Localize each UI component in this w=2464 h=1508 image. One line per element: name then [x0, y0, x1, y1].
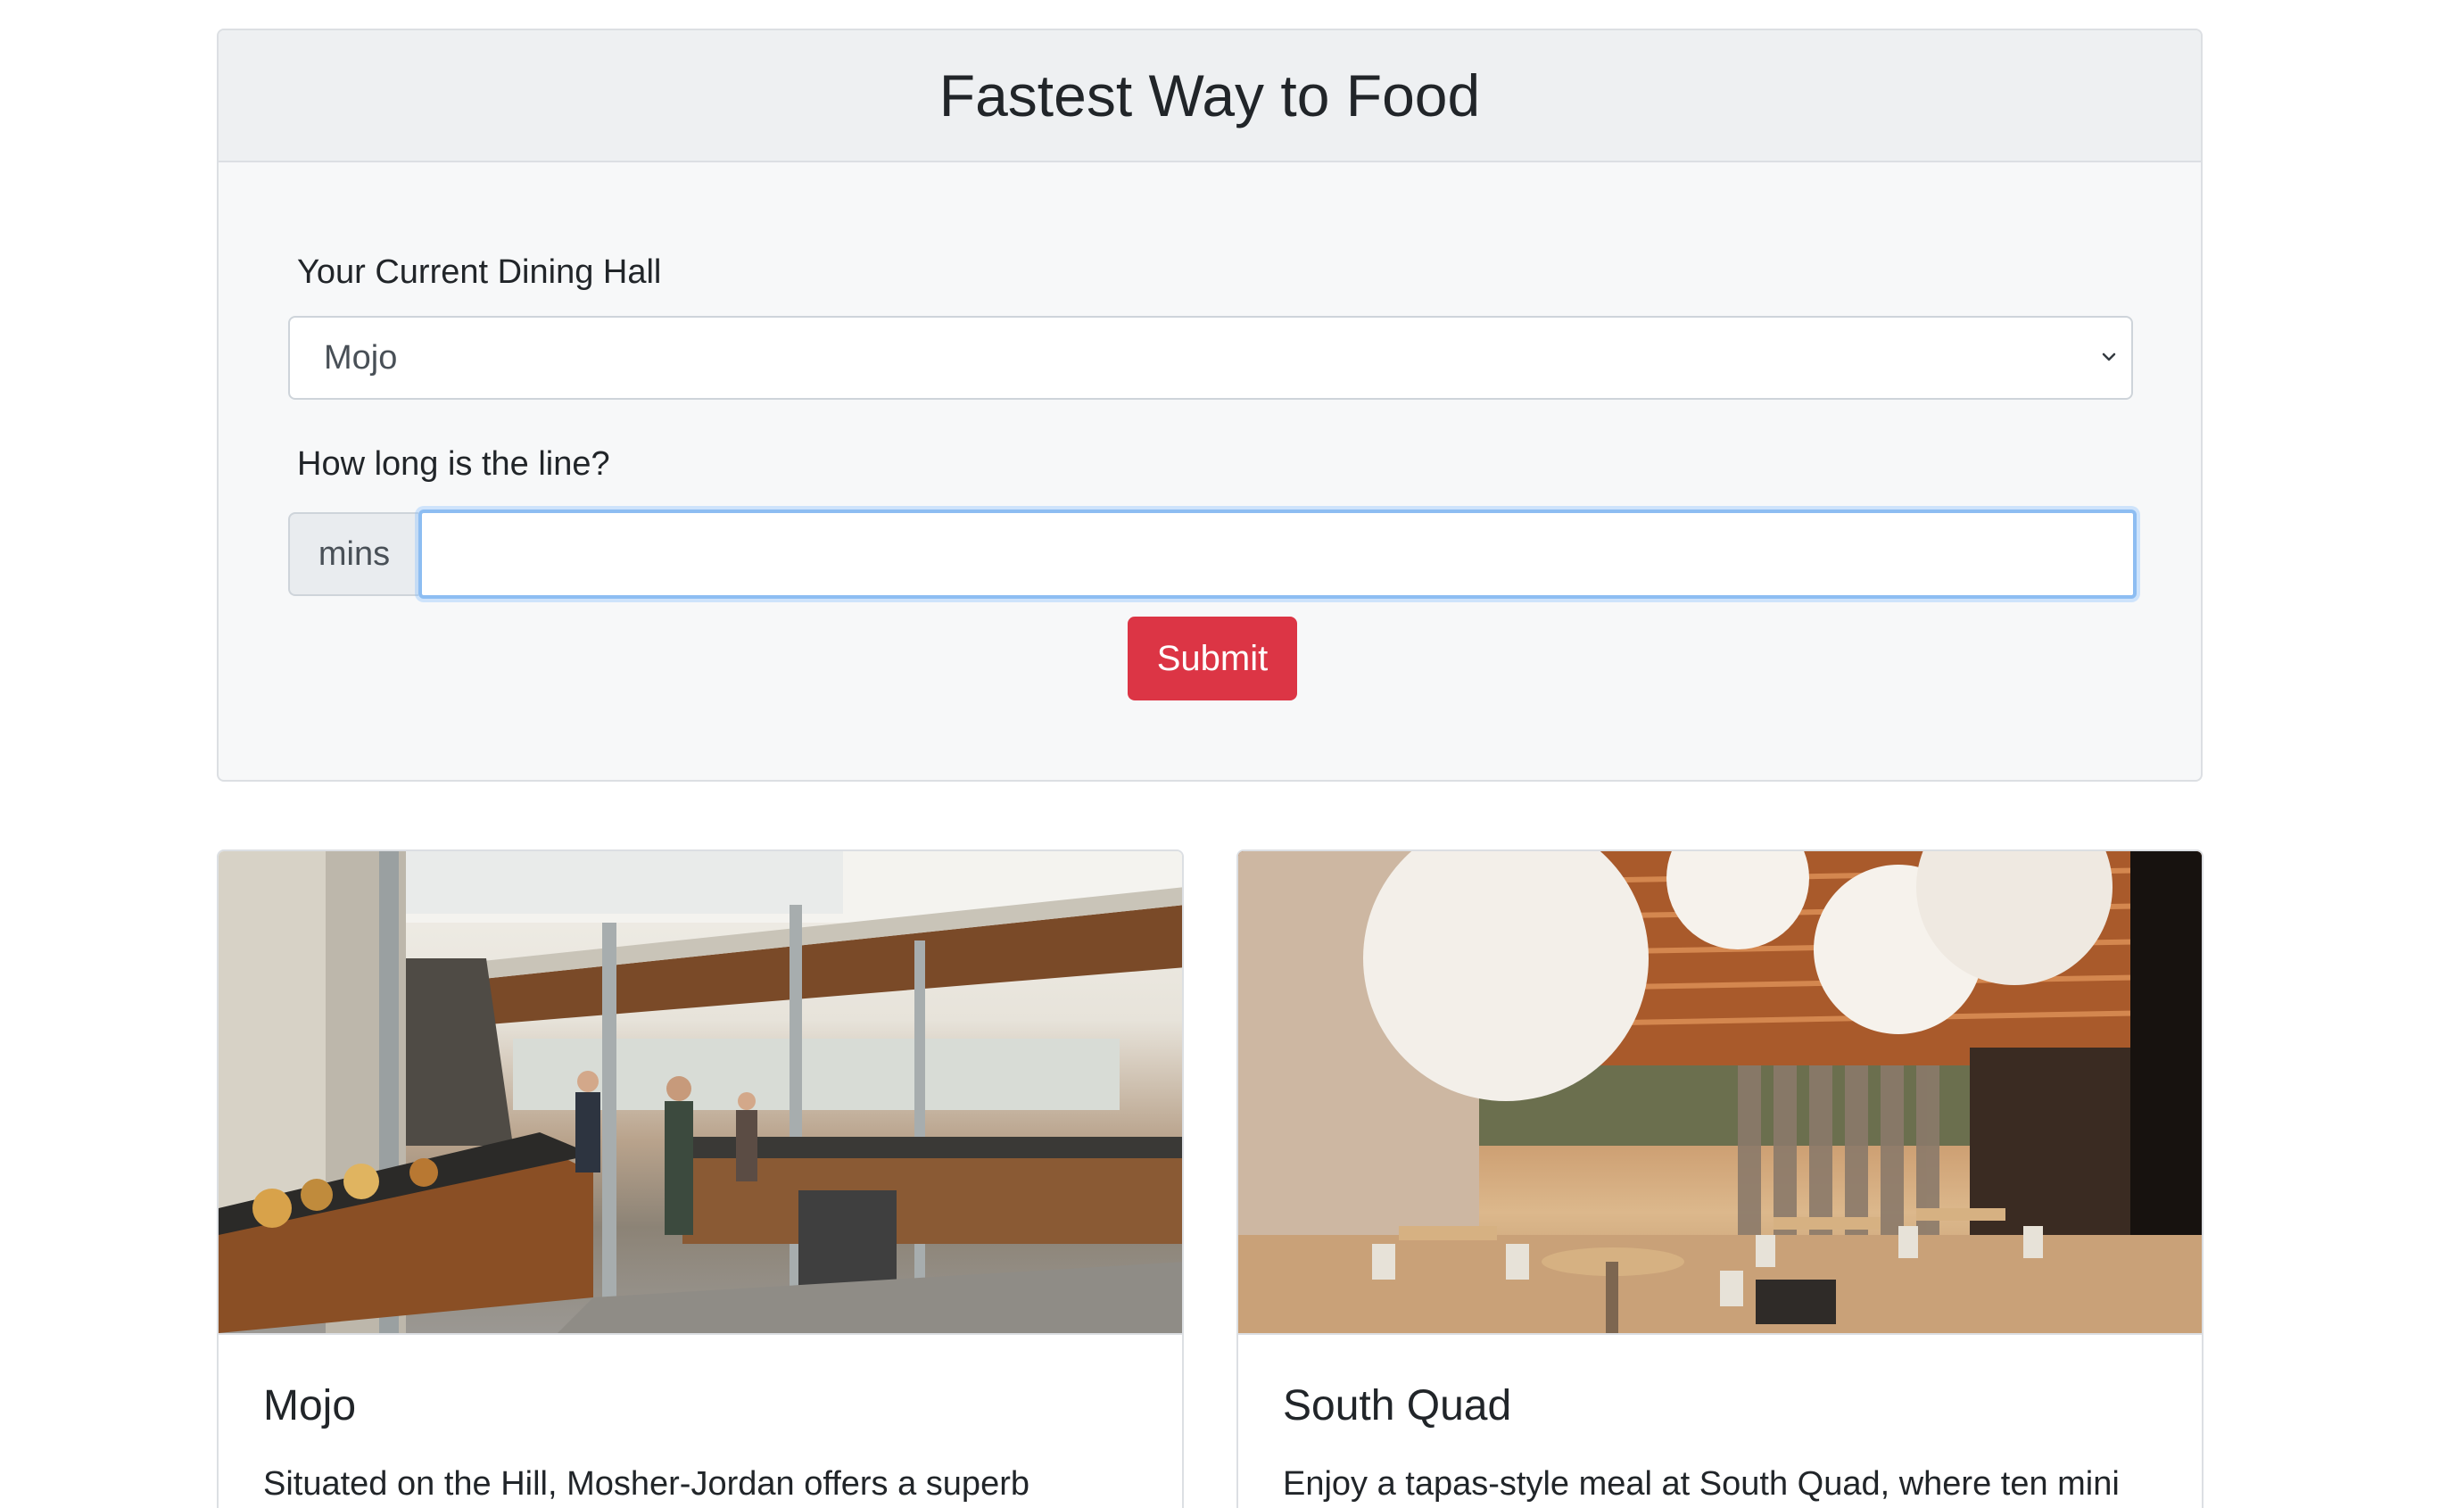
hall-description-south-quad: Enjoy a tapas-style meal at South Quad, … — [1283, 1465, 2120, 1503]
hall-title-mojo: Mojo — [263, 1382, 357, 1429]
chevron-down-icon — [2102, 352, 2116, 361]
dining-hall-selected-value: Mojo — [324, 338, 398, 377]
form-header: Fastest Way to Food — [219, 30, 2201, 162]
page-title: Fastest Way to Food — [938, 62, 1481, 128]
submit-button[interactable]: Submit — [1128, 617, 1297, 700]
line-length-input-group: mins — [288, 510, 2137, 599]
dining-hall-label: Your Current Dining Hall — [297, 253, 662, 291]
south-quad-photo — [1238, 851, 2202, 1335]
hall-card-mojo[interactable]: Mojo Situated on the Hill, Mosher-Jordan… — [217, 849, 1184, 1508]
page: Fastest Way to Food Your Current Dining … — [0, 0, 2464, 1508]
mins-addon: mins — [288, 512, 418, 596]
hall-title-south-quad: South Quad — [1283, 1382, 1512, 1429]
dining-hall-select[interactable]: Mojo — [288, 316, 2133, 400]
hall-card-south-quad[interactable]: South Quad Enjoy a tapas-style meal at S… — [1236, 849, 2204, 1508]
mojo-photo — [219, 851, 1182, 1335]
line-report-form: Fastest Way to Food Your Current Dining … — [217, 29, 2203, 782]
hall-description-mojo: Situated on the Hill, Mosher-Jordan offe… — [263, 1465, 1029, 1503]
line-length-input[interactable] — [418, 510, 2137, 599]
line-length-label: How long is the line? — [297, 445, 610, 483]
